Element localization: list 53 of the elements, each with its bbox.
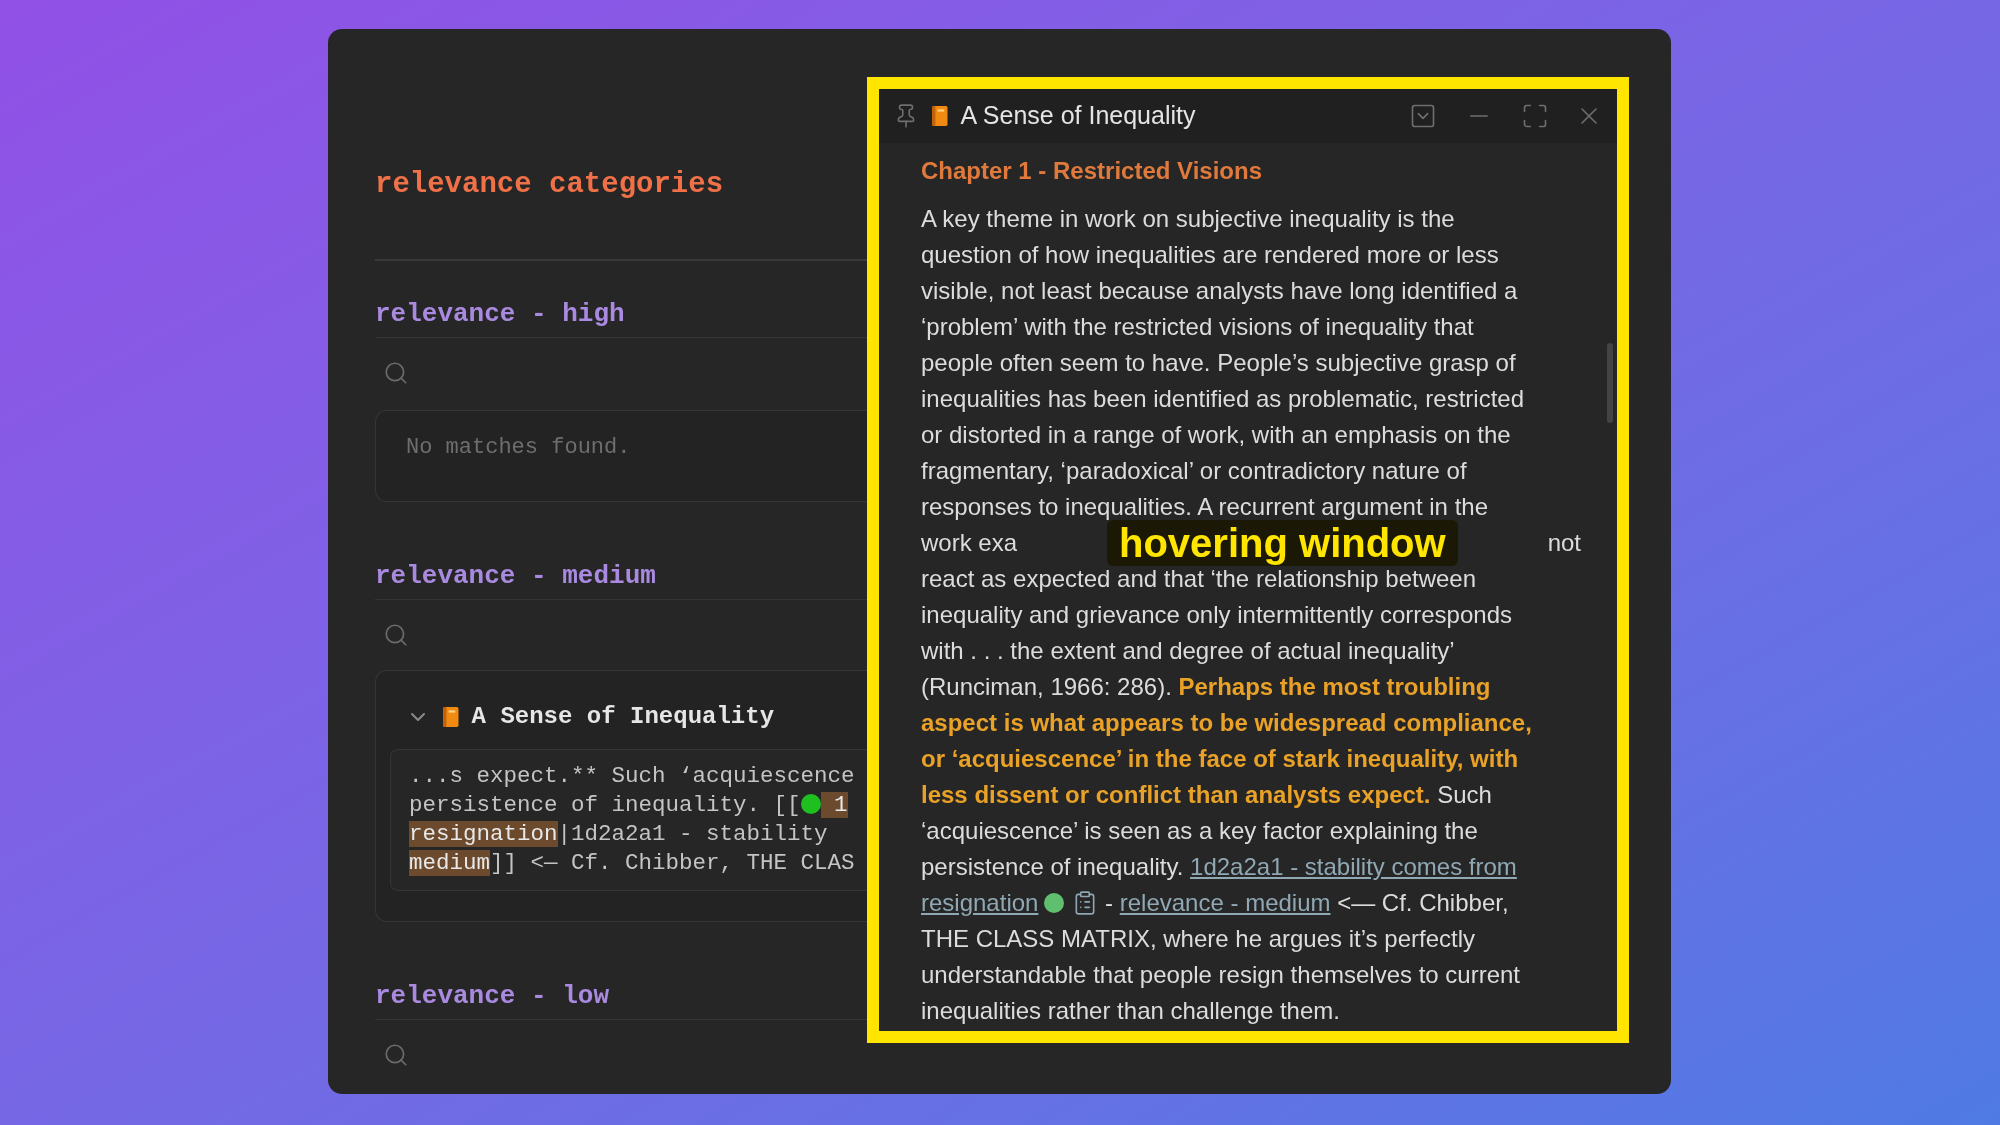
body-text: not — [1547, 528, 1581, 558]
body-text: THE CLASS MATRIX, where he argues it’s perfectly — [921, 924, 1475, 954]
body-text: work exa — [921, 528, 1018, 558]
body-text: question of how inequalities are rendered more or less — [921, 240, 1499, 270]
highlighted-text: less dissent or conflict than analysts expect. — [921, 780, 1431, 810]
body-text: react as expected and that ‘the relationship between — [921, 565, 1477, 594]
highlighted-text: aspect is what appears to be widespread compliance, — [921, 708, 1532, 738]
page-title: relevance categories — [375, 167, 725, 203]
window-title: A Sense of Inequality — [960, 100, 1196, 132]
match-highlight: medium — [409, 850, 490, 876]
save-icon[interactable] — [1409, 102, 1437, 130]
book-icon — [442, 706, 460, 728]
search-icon[interactable] — [383, 1042, 409, 1068]
snippet-text: ...s expect.** Such ‘acquiescence — [409, 763, 855, 789]
snippet-text: ]] <— Cf. Chibber, THE CLAS — [490, 850, 855, 876]
body-text: with . . . the extent and degree of actual inequality’ — [921, 636, 1455, 666]
body-text: fragmentary, ‘paradoxical’ or contradictory nature of — [921, 456, 1467, 486]
internal-link[interactable]: relevance - medium — [1119, 885, 1331, 921]
body-text: (Runciman, 1966: 286). — [921, 672, 1173, 702]
file-title[interactable]: A Sense of Inequality — [471, 699, 775, 735]
book-icon — [931, 105, 949, 127]
chapter-heading: Chapter 1 - Restricted Visions — [921, 156, 1263, 186]
body-text: <— Cf. Chibber, — [1336, 888, 1509, 918]
search-icon[interactable] — [383, 360, 409, 386]
search-icon[interactable] — [383, 622, 409, 648]
section-heading: relevance - high — [375, 298, 626, 331]
section-heading: relevance - low — [375, 980, 611, 1013]
body-text: inequalities rather than challenge them. — [921, 996, 1340, 1026]
body-text: ‘problem’ with the restricted visions of inequality that — [921, 312, 1474, 342]
body-text: understandable that people resign themselves to current — [921, 960, 1521, 990]
body-text: people often seem to have. People’s subjective grasp of — [921, 348, 1516, 378]
body-text: Such — [1436, 780, 1492, 810]
body-text: responses to inequalities. A recurrent argument in the — [921, 492, 1488, 522]
body-text: visible, not least because analysts have long identified a — [921, 276, 1518, 306]
internal-link[interactable]: 1d2a2a1 - stability comes from — [1190, 849, 1517, 885]
snippet-text: |1d2a2a1 - stability — [557, 821, 828, 847]
body-text: - — [1104, 888, 1115, 918]
match-highlight: 1 — [820, 792, 848, 818]
body-text: inequality and grievance only intermittently corresponds — [921, 600, 1512, 630]
no-matches-text: No matches found. — [406, 435, 631, 460]
highlighted-text: Perhaps the most troubling — [1178, 672, 1491, 702]
internal-link[interactable]: resignation — [921, 885, 1039, 921]
body-text: ‘acquiescence’ is seen as a key factor explaining the — [921, 816, 1478, 846]
section-heading: relevance - medium — [375, 560, 657, 593]
match-highlight: resignation — [409, 821, 558, 847]
body-text: A key theme in work on subjective inequality is the — [921, 204, 1455, 234]
body-text: or distorted in a range of work, with an emphasis on the — [921, 420, 1511, 450]
highlighted-text: or ‘acquiescence’ in the face of stark inequality, with — [921, 744, 1519, 774]
caption-label: hovering window — [1107, 520, 1458, 566]
body-text: persistence of inequality. — [921, 852, 1185, 882]
body-text: inequalities has been identified as problematic, restricted — [921, 384, 1524, 414]
snippet-text: persistence of inequality. [[ — [409, 792, 801, 818]
maximize-icon[interactable] — [1521, 102, 1549, 130]
